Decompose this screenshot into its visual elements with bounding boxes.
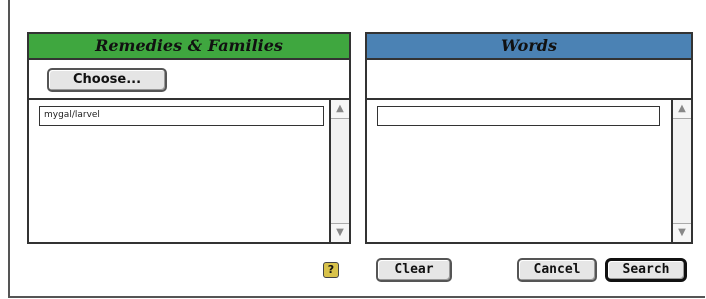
words-list[interactable]: [367, 100, 671, 242]
scroll-down-arrow-icon[interactable]: ▼: [331, 223, 349, 242]
choose-button[interactable]: Choose...: [47, 68, 167, 92]
remedies-list[interactable]: mygal/larvel: [29, 100, 329, 242]
remedies-families-title: Remedies & Families: [29, 34, 349, 60]
words-toolbar: [367, 60, 691, 100]
search-button[interactable]: Search: [605, 258, 687, 282]
words-scrollbar[interactable]: ▲ ▼: [671, 100, 691, 242]
remedies-toolbar: Choose...: [29, 60, 349, 100]
remedies-list-area: mygal/larvel ▲ ▼: [29, 100, 349, 242]
words-list-area: ▲ ▼: [367, 100, 691, 242]
scroll-down-arrow-icon[interactable]: ▼: [673, 223, 691, 242]
cancel-button[interactable]: Cancel: [517, 258, 597, 282]
scroll-up-arrow-icon[interactable]: ▲: [673, 100, 691, 119]
help-icon[interactable]: ?: [323, 262, 339, 278]
clear-button[interactable]: Clear: [376, 258, 452, 282]
remedy-list-item[interactable]: mygal/larvel: [39, 106, 324, 126]
scroll-up-arrow-icon[interactable]: ▲: [331, 100, 349, 119]
remedies-scrollbar[interactable]: ▲ ▼: [329, 100, 349, 242]
words-title: Words: [367, 34, 691, 60]
remedies-families-panel: Remedies & Families Choose... mygal/larv…: [27, 32, 351, 244]
words-input[interactable]: [377, 106, 660, 126]
words-panel: Words ▲ ▼: [365, 32, 693, 244]
